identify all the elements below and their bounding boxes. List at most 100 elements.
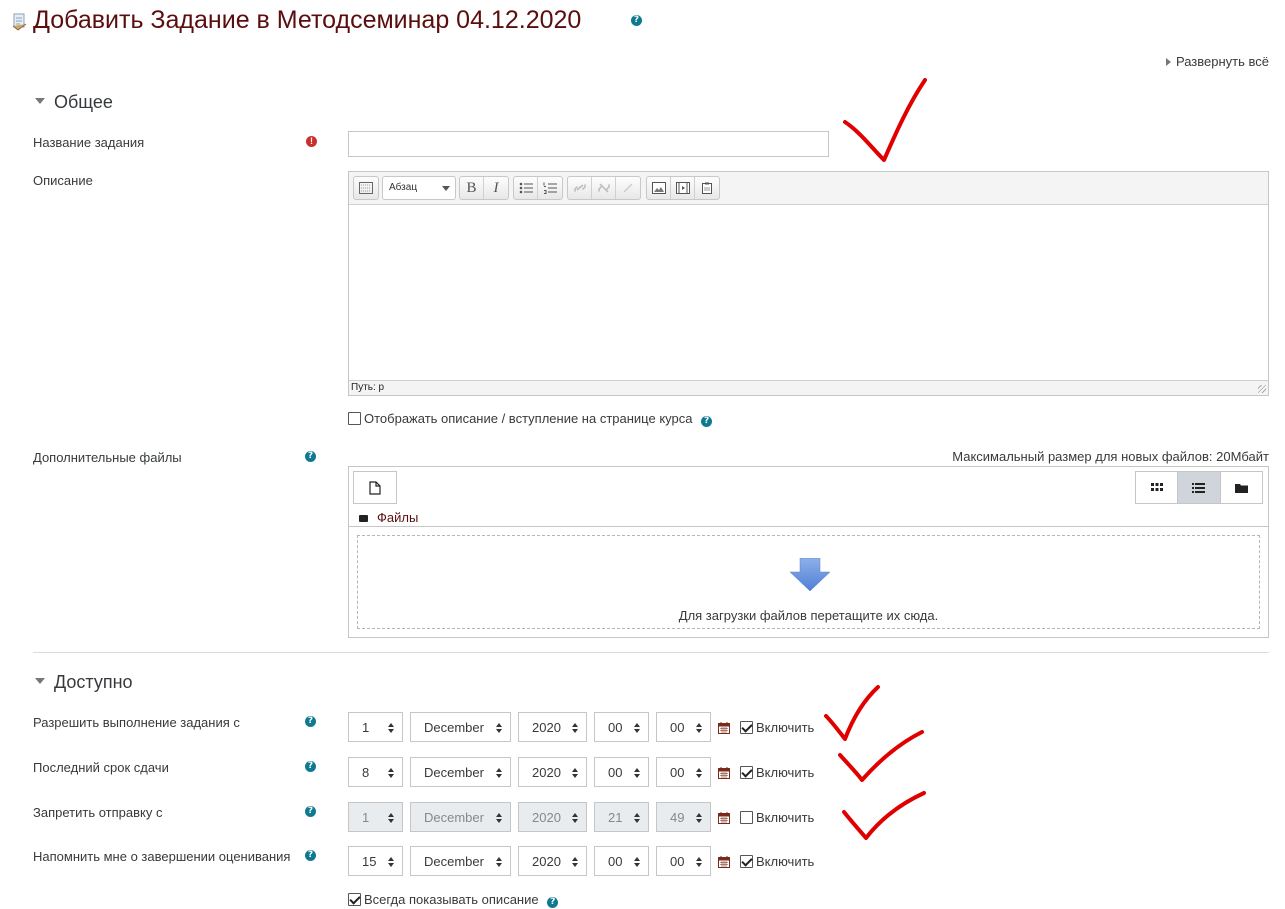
file-manager-divider (349, 526, 1268, 527)
view-list-button[interactable] (1178, 472, 1221, 503)
folder-icon (1234, 483, 1248, 493)
hour-select[interactable]: 00 (594, 846, 649, 876)
folder-breadcrumb[interactable]: Файлы (359, 510, 418, 525)
calendar-icon[interactable] (718, 767, 730, 779)
day-value: 1 (362, 720, 370, 735)
insert-media-button[interactable] (671, 177, 695, 199)
minute-select[interactable]: 00 (656, 846, 711, 876)
select-arrows-icon (634, 768, 640, 778)
minute-select[interactable]: 49 (656, 802, 711, 832)
help-icon[interactable]: ? (631, 15, 642, 26)
hour-select[interactable]: 21 (594, 802, 649, 832)
help-icon[interactable]: ? (305, 850, 316, 861)
annotation-checkmark (838, 730, 924, 782)
toolbar-toggle-button[interactable] (354, 177, 378, 199)
minute-value: 00 (670, 765, 685, 780)
section-general-toggle[interactable]: Общее (35, 92, 113, 113)
enable-option: Включить (740, 854, 814, 869)
additional-files-label: Дополнительные файлы (33, 450, 182, 465)
day-select[interactable]: 15 (348, 846, 403, 876)
unlink-button[interactable] (592, 177, 616, 199)
assignment-name-input[interactable] (348, 131, 829, 157)
select-arrows-icon (696, 813, 702, 823)
month-select[interactable]: December (410, 802, 511, 832)
minute-select[interactable]: 00 (656, 712, 711, 742)
hour-select[interactable]: 00 (594, 757, 649, 787)
select-arrows-icon (572, 768, 578, 778)
unordered-list-button[interactable] (514, 177, 538, 199)
minute-value: 00 (670, 854, 685, 869)
description-editor: Абзац B I Путь: p (348, 171, 1269, 396)
enable-checkbox[interactable] (740, 811, 753, 825)
folder-name: Файлы (377, 510, 419, 525)
expand-all-link[interactable]: Развернуть всё (1165, 54, 1269, 69)
toolbar-toggle-group (353, 176, 379, 200)
enable-checkbox[interactable] (740, 855, 753, 869)
calendar-icon[interactable] (718, 812, 730, 824)
view-icons-button[interactable] (1136, 472, 1179, 503)
year-select[interactable]: 2020 (518, 846, 587, 876)
day-select[interactable]: 1 (348, 802, 403, 832)
download-arrow-icon (790, 558, 830, 592)
month-value: December (424, 810, 484, 825)
italic-button[interactable]: I (484, 177, 508, 199)
year-select[interactable]: 2020 (518, 802, 587, 832)
year-select[interactable]: 2020 (518, 757, 587, 787)
enable-option: Включить (740, 810, 814, 825)
clipboard-icon (702, 182, 712, 194)
add-file-button[interactable] (353, 471, 397, 504)
select-arrows-icon (634, 723, 640, 733)
enable-checkbox[interactable] (740, 766, 753, 780)
section-availability-toggle[interactable]: Доступно (35, 672, 133, 693)
help-icon[interactable]: ? (305, 716, 316, 727)
year-select[interactable]: 2020 (518, 712, 587, 742)
select-arrows-icon (388, 723, 394, 733)
text-style-group: B I (459, 176, 509, 200)
help-icon[interactable]: ? (305, 806, 316, 817)
file-drop-zone[interactable]: Для загрузки файлов перетащите их сюда. (357, 535, 1260, 629)
show-description-checkbox[interactable] (348, 412, 361, 426)
link-button[interactable] (568, 177, 592, 199)
view-tree-button[interactable] (1220, 472, 1262, 503)
paragraph-format-select[interactable]: Абзац (382, 176, 456, 200)
minute-value: 00 (670, 720, 685, 735)
month-select[interactable]: December (410, 712, 511, 742)
year-value: 2020 (532, 765, 561, 780)
unordered-list-icon (519, 182, 533, 194)
chevron-down-icon (442, 186, 450, 191)
help-icon[interactable]: ? (305, 451, 316, 462)
hour-select[interactable]: 00 (594, 712, 649, 742)
year-value: 2020 (532, 720, 561, 735)
manage-files-button[interactable] (695, 177, 719, 199)
month-select[interactable]: December (410, 846, 511, 876)
select-arrows-icon (496, 723, 502, 733)
always-show-description-checkbox[interactable] (348, 893, 361, 907)
help-icon[interactable]: ? (701, 416, 713, 427)
editor-toolbar: Абзац B I (349, 172, 1268, 205)
resize-grip-icon[interactable] (1258, 385, 1266, 393)
bold-button[interactable]: B (460, 177, 484, 199)
month-value: December (424, 854, 484, 869)
enable-checkbox[interactable] (740, 721, 753, 735)
anchor-button[interactable] (616, 177, 640, 199)
help-icon[interactable]: ? (305, 761, 316, 772)
ordered-list-icon (543, 182, 557, 194)
show-description-label: Отображать описание / вступление на стра… (364, 411, 693, 426)
editor-statusbar: Путь: p (349, 380, 1268, 395)
help-icon[interactable]: ? (547, 897, 559, 908)
month-select[interactable]: December (410, 757, 511, 787)
hour-value: 00 (608, 854, 623, 869)
editor-content-area[interactable] (349, 205, 1268, 380)
enable-label: Включить (756, 854, 815, 869)
select-arrows-icon (496, 768, 502, 778)
enable-option: Включить (740, 765, 814, 780)
minute-select[interactable]: 00 (656, 757, 711, 787)
day-select[interactable]: 8 (348, 757, 403, 787)
ordered-list-button[interactable] (538, 177, 562, 199)
insert-image-button[interactable] (647, 177, 671, 199)
calendar-icon[interactable] (718, 722, 730, 734)
media-group (646, 176, 720, 200)
enable-label: Включить (756, 765, 815, 780)
calendar-icon[interactable] (718, 856, 730, 868)
day-select[interactable]: 1 (348, 712, 403, 742)
